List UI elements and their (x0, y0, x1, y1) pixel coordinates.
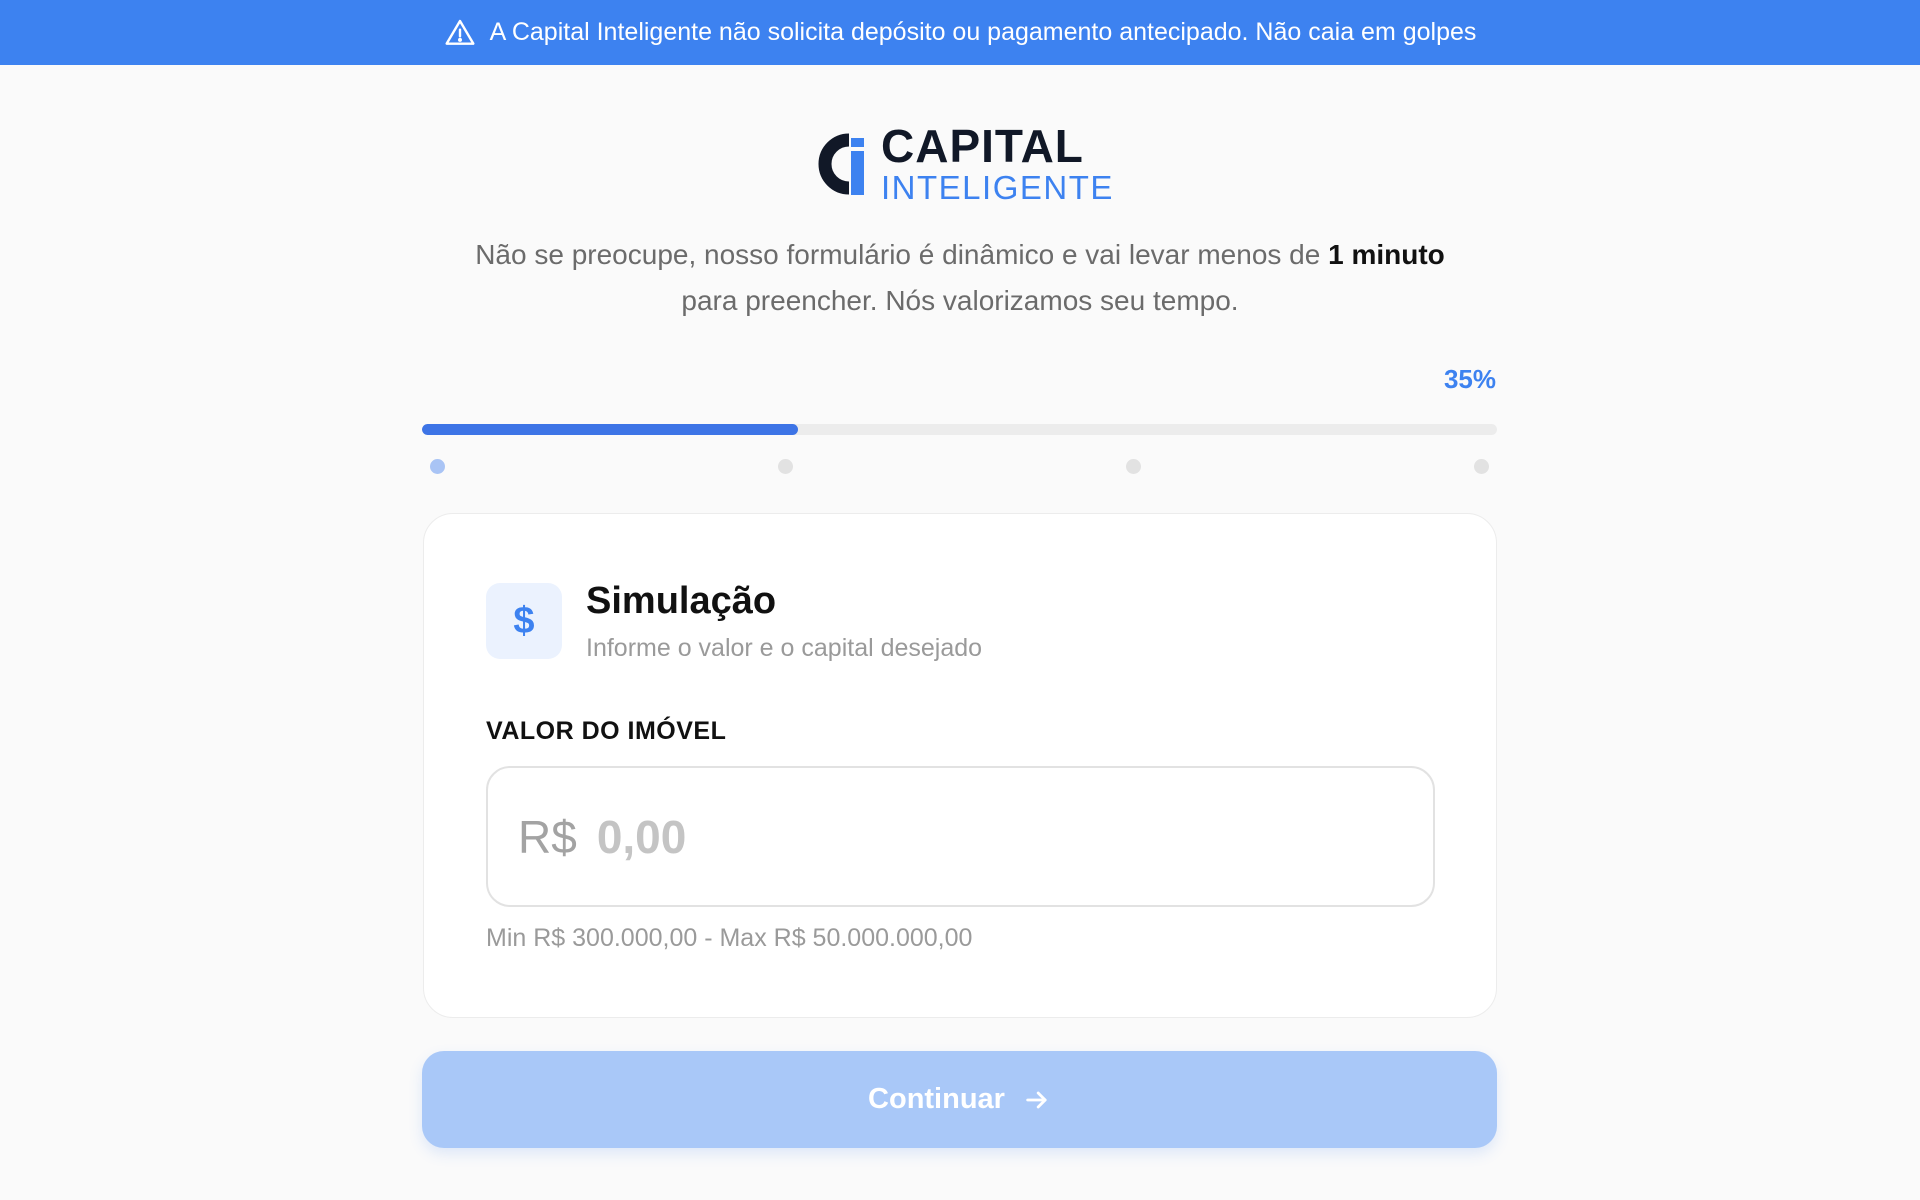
simulation-card: $ Simulação Informe o valor e o capital … (423, 513, 1497, 1018)
progress-percent: 35% (1443, 364, 1496, 394)
section-subtitle: Informe o valor e o capital desejado (586, 634, 983, 662)
logo-line-2: INTELIGENTE (881, 168, 1114, 206)
continue-button[interactable]: Continuar (422, 1051, 1497, 1148)
property-value-hint: Min R$ 300.000,00 - Max R$ 50.000.000,00 (486, 924, 973, 952)
property-value-field[interactable]: R$ (486, 766, 1435, 907)
progress-bar (422, 424, 1497, 435)
step-indicator-1 (430, 459, 445, 474)
arrow-right-icon (1023, 1086, 1051, 1114)
warning-triangle-icon (444, 17, 476, 49)
logo-line-1: CAPITAL (881, 119, 1084, 172)
property-value-label: VALOR DO IMÓVEL (486, 717, 727, 745)
warning-banner: A Capital Inteligente não solicita depós… (0, 0, 1920, 65)
step-indicator-3 (1126, 459, 1141, 474)
logo-mark-icon (818, 133, 864, 195)
step-indicator-4 (1474, 459, 1489, 474)
intro-text: Não se preocupe, nosso formulário é dinâ… (380, 232, 1540, 324)
property-value-input[interactable] (596, 809, 1377, 864)
intro-text-bold: 1 minuto (1328, 239, 1445, 270)
continue-button-label: Continuar (868, 1083, 1005, 1115)
capital-inteligente-logo: CAPITAL INTELIGENTE (805, 119, 1115, 206)
intro-text-end: para preencher. Nós valorizamos seu temp… (681, 285, 1239, 316)
progress-bar-fill (422, 424, 799, 435)
dollar-icon: $ (486, 583, 562, 659)
step-indicator-2 (778, 459, 793, 474)
currency-prefix: R$ (518, 810, 577, 863)
warning-banner-text: A Capital Inteligente não solicita depós… (489, 18, 1477, 46)
intro-text-start: Não se preocupe, nosso formulário é dinâ… (475, 239, 1329, 270)
section-title: Simulação (586, 580, 777, 622)
